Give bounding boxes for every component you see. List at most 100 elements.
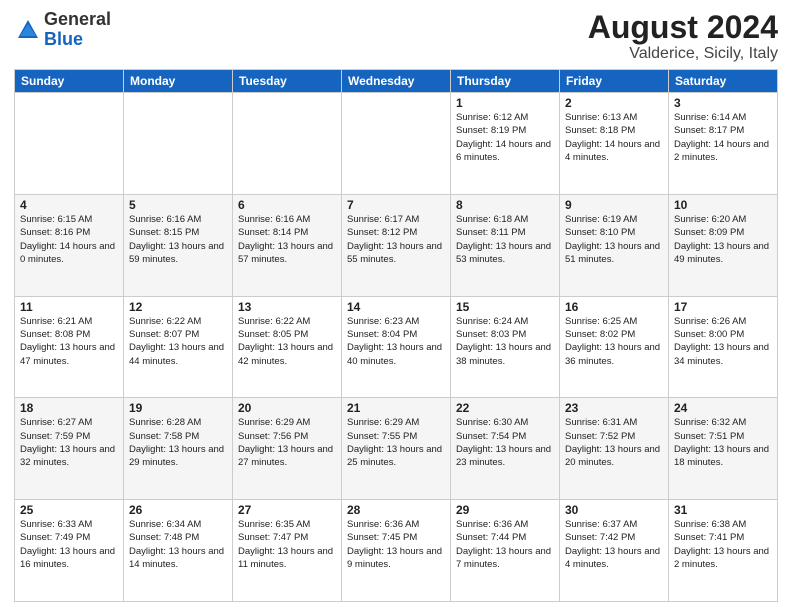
day-info-24: Sunrise: 6:32 AM Sunset: 7:51 PM Dayligh… (674, 416, 772, 469)
week-row-2: 4Sunrise: 6:15 AM Sunset: 8:16 PM Daylig… (15, 194, 778, 296)
day-number-7: 7 (347, 198, 445, 212)
weekday-header-monday: Monday (124, 70, 233, 93)
day-number-11: 11 (20, 300, 118, 314)
day-number-19: 19 (129, 401, 227, 415)
day-info-29: Sunrise: 6:36 AM Sunset: 7:44 PM Dayligh… (456, 518, 554, 571)
week-row-1: 1Sunrise: 6:12 AM Sunset: 8:19 PM Daylig… (15, 93, 778, 195)
week-row-5: 25Sunrise: 6:33 AM Sunset: 7:49 PM Dayli… (15, 500, 778, 602)
weekday-header-thursday: Thursday (451, 70, 560, 93)
day-info-9: Sunrise: 6:19 AM Sunset: 8:10 PM Dayligh… (565, 213, 663, 266)
location: Valderice, Sicily, Italy (588, 45, 778, 63)
day-number-12: 12 (129, 300, 227, 314)
logo-general: General (44, 9, 111, 29)
day-cell-8: 8Sunrise: 6:18 AM Sunset: 8:11 PM Daylig… (451, 194, 560, 296)
empty-cell (15, 93, 124, 195)
day-cell-22: 22Sunrise: 6:30 AM Sunset: 7:54 PM Dayli… (451, 398, 560, 500)
logo-text: General Blue (44, 10, 111, 50)
day-cell-28: 28Sunrise: 6:36 AM Sunset: 7:45 PM Dayli… (342, 500, 451, 602)
day-number-22: 22 (456, 401, 554, 415)
day-cell-19: 19Sunrise: 6:28 AM Sunset: 7:58 PM Dayli… (124, 398, 233, 500)
day-info-13: Sunrise: 6:22 AM Sunset: 8:05 PM Dayligh… (238, 315, 336, 368)
day-cell-10: 10Sunrise: 6:20 AM Sunset: 8:09 PM Dayli… (669, 194, 778, 296)
day-number-16: 16 (565, 300, 663, 314)
day-cell-13: 13Sunrise: 6:22 AM Sunset: 8:05 PM Dayli… (233, 296, 342, 398)
day-number-31: 31 (674, 503, 772, 517)
day-number-25: 25 (20, 503, 118, 517)
week-row-3: 11Sunrise: 6:21 AM Sunset: 8:08 PM Dayli… (15, 296, 778, 398)
empty-cell (124, 93, 233, 195)
logo: General Blue (14, 10, 111, 50)
day-cell-29: 29Sunrise: 6:36 AM Sunset: 7:44 PM Dayli… (451, 500, 560, 602)
day-cell-12: 12Sunrise: 6:22 AM Sunset: 8:07 PM Dayli… (124, 296, 233, 398)
day-number-15: 15 (456, 300, 554, 314)
day-cell-30: 30Sunrise: 6:37 AM Sunset: 7:42 PM Dayli… (560, 500, 669, 602)
day-info-11: Sunrise: 6:21 AM Sunset: 8:08 PM Dayligh… (20, 315, 118, 368)
day-cell-7: 7Sunrise: 6:17 AM Sunset: 8:12 PM Daylig… (342, 194, 451, 296)
day-cell-11: 11Sunrise: 6:21 AM Sunset: 8:08 PM Dayli… (15, 296, 124, 398)
day-cell-21: 21Sunrise: 6:29 AM Sunset: 7:55 PM Dayli… (342, 398, 451, 500)
day-number-2: 2 (565, 96, 663, 110)
day-info-2: Sunrise: 6:13 AM Sunset: 8:18 PM Dayligh… (565, 111, 663, 164)
day-cell-6: 6Sunrise: 6:16 AM Sunset: 8:14 PM Daylig… (233, 194, 342, 296)
calendar-table: SundayMondayTuesdayWednesdayThursdayFrid… (14, 69, 778, 602)
header: General Blue August 2024 Valderice, Sici… (14, 10, 778, 63)
day-number-28: 28 (347, 503, 445, 517)
weekday-header-wednesday: Wednesday (342, 70, 451, 93)
day-cell-16: 16Sunrise: 6:25 AM Sunset: 8:02 PM Dayli… (560, 296, 669, 398)
day-number-5: 5 (129, 198, 227, 212)
empty-cell (342, 93, 451, 195)
day-cell-24: 24Sunrise: 6:32 AM Sunset: 7:51 PM Dayli… (669, 398, 778, 500)
day-info-8: Sunrise: 6:18 AM Sunset: 8:11 PM Dayligh… (456, 213, 554, 266)
weekday-header-friday: Friday (560, 70, 669, 93)
day-info-15: Sunrise: 6:24 AM Sunset: 8:03 PM Dayligh… (456, 315, 554, 368)
day-info-7: Sunrise: 6:17 AM Sunset: 8:12 PM Dayligh… (347, 213, 445, 266)
day-number-26: 26 (129, 503, 227, 517)
day-number-18: 18 (20, 401, 118, 415)
week-row-4: 18Sunrise: 6:27 AM Sunset: 7:59 PM Dayli… (15, 398, 778, 500)
day-number-29: 29 (456, 503, 554, 517)
day-number-24: 24 (674, 401, 772, 415)
day-cell-5: 5Sunrise: 6:16 AM Sunset: 8:15 PM Daylig… (124, 194, 233, 296)
day-info-1: Sunrise: 6:12 AM Sunset: 8:19 PM Dayligh… (456, 111, 554, 164)
day-info-5: Sunrise: 6:16 AM Sunset: 8:15 PM Dayligh… (129, 213, 227, 266)
day-cell-9: 9Sunrise: 6:19 AM Sunset: 8:10 PM Daylig… (560, 194, 669, 296)
day-info-31: Sunrise: 6:38 AM Sunset: 7:41 PM Dayligh… (674, 518, 772, 571)
day-info-23: Sunrise: 6:31 AM Sunset: 7:52 PM Dayligh… (565, 416, 663, 469)
weekday-header-saturday: Saturday (669, 70, 778, 93)
day-info-18: Sunrise: 6:27 AM Sunset: 7:59 PM Dayligh… (20, 416, 118, 469)
logo-icon (14, 16, 42, 44)
day-number-14: 14 (347, 300, 445, 314)
day-cell-3: 3Sunrise: 6:14 AM Sunset: 8:17 PM Daylig… (669, 93, 778, 195)
day-info-28: Sunrise: 6:36 AM Sunset: 7:45 PM Dayligh… (347, 518, 445, 571)
day-info-25: Sunrise: 6:33 AM Sunset: 7:49 PM Dayligh… (20, 518, 118, 571)
day-number-10: 10 (674, 198, 772, 212)
day-cell-1: 1Sunrise: 6:12 AM Sunset: 8:19 PM Daylig… (451, 93, 560, 195)
day-info-4: Sunrise: 6:15 AM Sunset: 8:16 PM Dayligh… (20, 213, 118, 266)
logo-blue: Blue (44, 29, 83, 49)
day-number-21: 21 (347, 401, 445, 415)
month-title: August 2024 (588, 10, 778, 45)
day-info-26: Sunrise: 6:34 AM Sunset: 7:48 PM Dayligh… (129, 518, 227, 571)
day-number-13: 13 (238, 300, 336, 314)
day-number-6: 6 (238, 198, 336, 212)
day-info-16: Sunrise: 6:25 AM Sunset: 8:02 PM Dayligh… (565, 315, 663, 368)
day-number-4: 4 (20, 198, 118, 212)
day-number-23: 23 (565, 401, 663, 415)
day-cell-27: 27Sunrise: 6:35 AM Sunset: 7:47 PM Dayli… (233, 500, 342, 602)
day-info-20: Sunrise: 6:29 AM Sunset: 7:56 PM Dayligh… (238, 416, 336, 469)
day-number-20: 20 (238, 401, 336, 415)
day-info-12: Sunrise: 6:22 AM Sunset: 8:07 PM Dayligh… (129, 315, 227, 368)
day-info-19: Sunrise: 6:28 AM Sunset: 7:58 PM Dayligh… (129, 416, 227, 469)
day-info-27: Sunrise: 6:35 AM Sunset: 7:47 PM Dayligh… (238, 518, 336, 571)
day-number-9: 9 (565, 198, 663, 212)
day-info-21: Sunrise: 6:29 AM Sunset: 7:55 PM Dayligh… (347, 416, 445, 469)
day-info-6: Sunrise: 6:16 AM Sunset: 8:14 PM Dayligh… (238, 213, 336, 266)
day-info-17: Sunrise: 6:26 AM Sunset: 8:00 PM Dayligh… (674, 315, 772, 368)
day-cell-14: 14Sunrise: 6:23 AM Sunset: 8:04 PM Dayli… (342, 296, 451, 398)
day-cell-20: 20Sunrise: 6:29 AM Sunset: 7:56 PM Dayli… (233, 398, 342, 500)
day-number-17: 17 (674, 300, 772, 314)
day-number-3: 3 (674, 96, 772, 110)
day-cell-23: 23Sunrise: 6:31 AM Sunset: 7:52 PM Dayli… (560, 398, 669, 500)
day-cell-2: 2Sunrise: 6:13 AM Sunset: 8:18 PM Daylig… (560, 93, 669, 195)
day-info-10: Sunrise: 6:20 AM Sunset: 8:09 PM Dayligh… (674, 213, 772, 266)
